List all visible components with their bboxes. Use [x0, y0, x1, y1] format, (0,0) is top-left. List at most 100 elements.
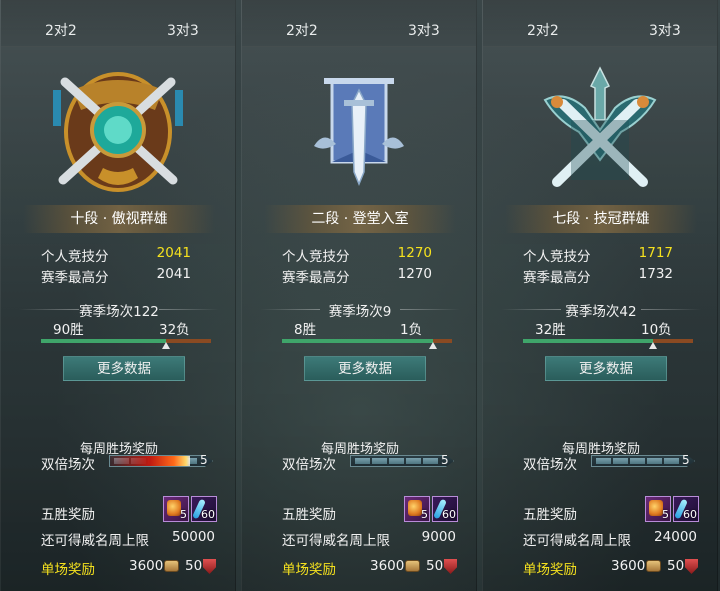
item-count: 60 [201, 508, 215, 521]
double-segment [423, 458, 438, 464]
tab-3v3[interactable]: 3对3 [649, 20, 681, 40]
ratio-marker-icon [162, 342, 170, 349]
double-progress-glow [110, 456, 190, 466]
rank-title: 十段 · 傲视群雄 [23, 205, 215, 233]
reward-item-chest-icon[interactable]: 5 [163, 496, 189, 522]
win-fill [523, 339, 653, 343]
season-best-label: 赛季最高分 [282, 270, 350, 286]
five-win-reward-label: 五胜奖励 [523, 507, 577, 523]
item-count: 60 [442, 508, 456, 521]
single-coin-value: 3600 [129, 558, 164, 574]
arena-panel-2: 2对2 3对3 二段 · 登堂入室 个人竞技分 1270 赛季最高分 1270 … [241, 0, 477, 591]
tab-2v2[interactable]: 2对2 [527, 20, 559, 40]
arena-stats-screen: 2对2 3对3 十段 · 傲视群雄 个人竞技分 2041 赛季最高分 2041 [0, 0, 720, 591]
chest-icon [167, 500, 181, 516]
reward-item-feather-icon[interactable]: 60 [673, 496, 699, 522]
five-win-reward-label: 五胜奖励 [282, 507, 336, 523]
single-match-reward-label: 单场奖励 [523, 562, 577, 578]
losses-count: 1负 [400, 322, 423, 338]
double-matches-label: 双倍场次 [41, 457, 95, 473]
weekly-cap-value: 9000 [421, 529, 456, 545]
ratio-marker-icon [429, 342, 437, 349]
win-loss-bar [523, 339, 693, 349]
arena-panel-1: 2对2 3对3 十段 · 傲视群雄 个人竞技分 2041 赛季最高分 2041 [0, 0, 236, 591]
coin-icon [646, 560, 661, 572]
item-count: 60 [683, 508, 697, 521]
rank-title: 七段 · 技冠群雄 [505, 205, 697, 233]
tab-2v2[interactable]: 2对2 [45, 20, 77, 40]
personal-score-value: 1270 [397, 245, 432, 261]
personal-score-label: 个人竞技分 [282, 249, 350, 265]
more-data-button[interactable]: 更多数据 [63, 356, 185, 381]
arena-panel-3: 2对2 3对3 七段 · 技冠群雄 个人竞技分 1717 赛季最高分 1732 … [482, 0, 718, 591]
season-best-value: 2041 [156, 266, 191, 282]
double-segment [355, 458, 370, 464]
wins-count: 8胜 [294, 322, 317, 338]
chest-icon [649, 500, 663, 516]
double-segment [596, 458, 611, 464]
double-matches-count: 5 [441, 453, 449, 467]
chest-icon [408, 500, 422, 516]
single-shield-value: 50 [185, 558, 203, 574]
double-segment [406, 458, 421, 464]
season-matches: 赛季场次122 [1, 300, 237, 320]
single-match-reward-label: 单场奖励 [41, 562, 95, 578]
single-match-reward-label: 单场奖励 [282, 562, 336, 578]
season-best-label: 赛季最高分 [41, 270, 109, 286]
losses-count: 10负 [641, 322, 672, 338]
single-coin-value: 3600 [370, 558, 405, 574]
double-matches-count: 5 [200, 453, 208, 467]
weekly-cap-label: 还可得威名周上限 [282, 533, 390, 549]
double-matches-count: 5 [682, 453, 690, 467]
personal-score-value: 2041 [156, 245, 191, 261]
mode-tabs: 2对2 3对3 [1, 0, 235, 47]
ratio-marker-icon [649, 342, 657, 349]
win-loss-bar [282, 339, 452, 349]
season-best-value: 1732 [638, 266, 673, 282]
personal-score-value: 1717 [638, 245, 673, 261]
gold-crossed-swords-emblem-icon [43, 60, 193, 200]
teal-crossed-swords-emblem-icon [525, 60, 675, 200]
double-segment [664, 458, 679, 464]
double-matches-bar [350, 455, 454, 467]
season-matches: 赛季场次42 [483, 300, 719, 320]
season-best-value: 1270 [397, 266, 432, 282]
mode-tabs: 2对2 3对3 [483, 0, 717, 47]
silver-sword-banner-emblem-icon [284, 60, 434, 200]
wins-count: 32胜 [535, 322, 566, 338]
weekly-cap-label: 还可得威名周上限 [41, 533, 149, 549]
wins-count: 90胜 [53, 322, 84, 338]
single-shield-value: 50 [667, 558, 685, 574]
reward-item-chest-icon[interactable]: 5 [645, 496, 671, 522]
personal-score-label: 个人竞技分 [523, 249, 591, 265]
double-matches-label: 双倍场次 [282, 457, 336, 473]
tab-3v3[interactable]: 3对3 [167, 20, 199, 40]
tab-3v3[interactable]: 3对3 [408, 20, 440, 40]
item-count: 5 [662, 508, 669, 521]
rank-title: 二段 · 登堂入室 [264, 205, 456, 233]
item-count: 5 [421, 508, 428, 521]
double-segment [630, 458, 645, 464]
mode-tabs: 2对2 3对3 [242, 0, 476, 47]
double-segment [372, 458, 387, 464]
win-loss-bar [41, 339, 211, 349]
double-segment [389, 458, 404, 464]
tab-2v2[interactable]: 2对2 [286, 20, 318, 40]
reward-item-chest-icon[interactable]: 5 [404, 496, 430, 522]
losses-count: 32负 [159, 322, 190, 338]
double-segment [647, 458, 662, 464]
reward-item-feather-icon[interactable]: 60 [191, 496, 217, 522]
double-matches-bar [109, 455, 213, 467]
reward-item-feather-icon[interactable]: 60 [432, 496, 458, 522]
win-fill [41, 339, 166, 343]
single-coin-value: 3600 [611, 558, 646, 574]
coin-icon [164, 560, 179, 572]
shield-icon [203, 559, 216, 574]
item-count: 5 [180, 508, 187, 521]
win-fill [282, 339, 433, 343]
season-best-label: 赛季最高分 [523, 270, 591, 286]
more-data-button[interactable]: 更多数据 [304, 356, 426, 381]
coin-icon [405, 560, 420, 572]
shield-icon [444, 559, 457, 574]
more-data-button[interactable]: 更多数据 [545, 356, 667, 381]
